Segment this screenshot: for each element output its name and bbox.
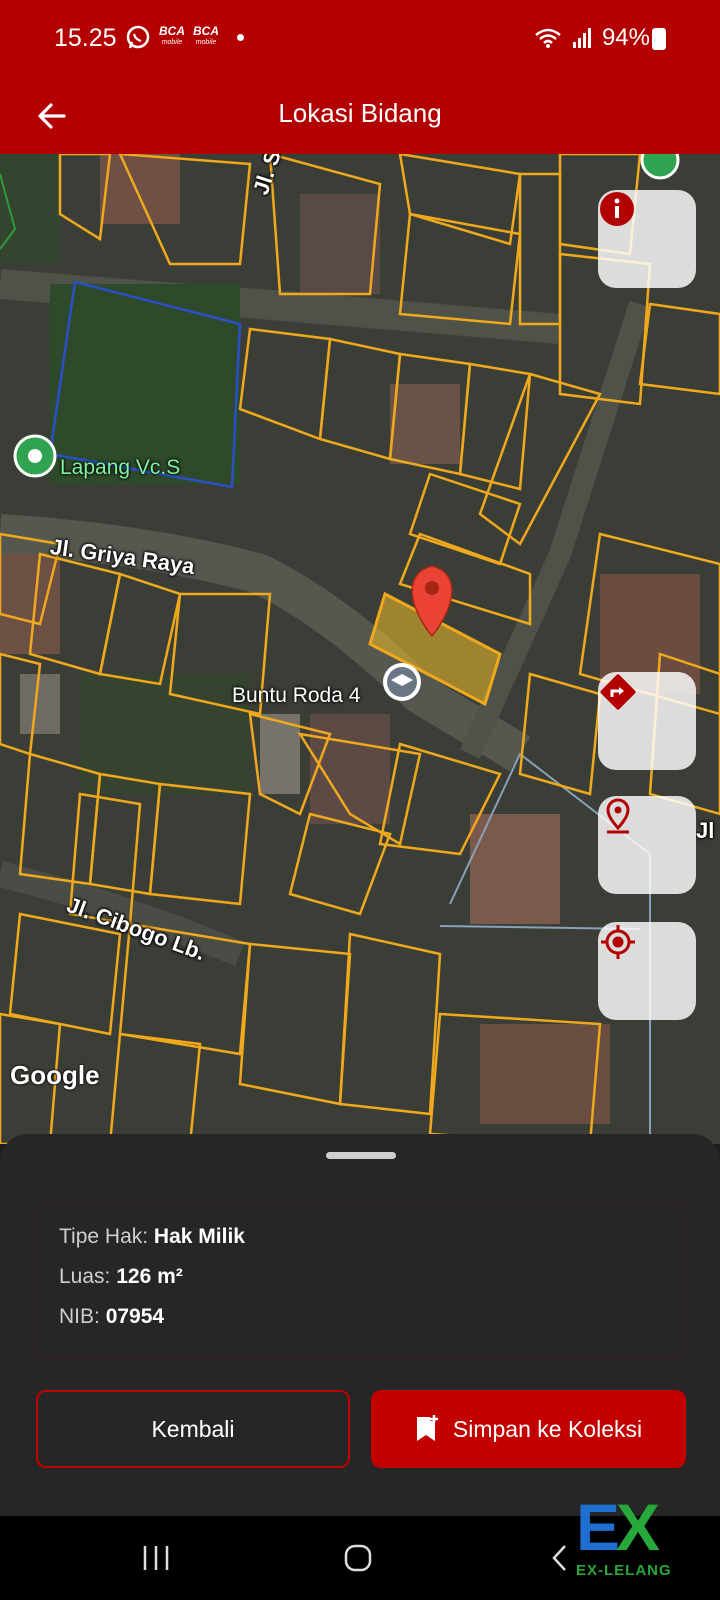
parcel-info-sheet: Tipe Hak: Hak Milik Luas: 126 m² NIB: 07… xyxy=(0,1134,720,1516)
directions-button[interactable] xyxy=(598,672,696,770)
whatsapp-icon xyxy=(126,25,150,49)
info-row-nib: NIB: 07954 xyxy=(59,1305,663,1329)
recents-icon xyxy=(143,1546,169,1570)
my-location-icon xyxy=(601,925,635,959)
street-label-right: Jl xyxy=(696,818,715,843)
map-view[interactable]: Jl. Sa Lapang Vc.S Jl. Griya Raya Buntu … xyxy=(0,154,720,1144)
bca-mobile-icon: BCA mobile xyxy=(193,24,219,46)
battery-icon xyxy=(652,28,666,50)
bookmark-add-icon xyxy=(416,1415,438,1441)
directions-icon xyxy=(600,674,636,710)
notification-icons: BCA mobile BCA mobile xyxy=(125,24,244,50)
status-right: 94% xyxy=(534,24,650,52)
sheet-drag-handle[interactable] xyxy=(326,1152,396,1159)
info-value: Hak Milik xyxy=(153,1225,245,1248)
info-label: Luas: xyxy=(59,1265,117,1288)
save-to-collection-button[interactable]: Simpan ke Koleksi xyxy=(371,1390,686,1468)
signal-icon xyxy=(572,28,591,48)
save-button-label: Simpan ke Koleksi xyxy=(452,1415,643,1442)
school-poi-icon[interactable] xyxy=(383,663,421,701)
status-time: 15.25 xyxy=(54,24,117,52)
chevron-left-icon xyxy=(552,1545,566,1571)
info-label: NIB: xyxy=(59,1305,106,1328)
poi-label-lapang: Lapang Vc.S xyxy=(60,456,181,479)
info-icon xyxy=(600,192,634,226)
parcel-info-box: Tipe Hak: Hak Milik Luas: 126 m² NIB: 07… xyxy=(36,1204,686,1359)
status-bar: 15.25 BCA mobile BCA mobile 94% xyxy=(0,0,720,78)
home-button[interactable] xyxy=(328,1538,388,1578)
ex-logo: EX xyxy=(576,1490,660,1564)
page-title: Lokasi Bidang xyxy=(278,98,442,128)
location-pin-button[interactable] xyxy=(598,796,696,894)
watermark-text: EX-LELANG xyxy=(576,1562,672,1579)
park-poi-icon[interactable] xyxy=(13,434,57,478)
info-label: Tipe Hak: xyxy=(59,1225,154,1248)
app-bar: Lokasi Bidang xyxy=(0,78,720,154)
location-pin-icon xyxy=(606,798,630,834)
wifi-icon xyxy=(535,28,561,48)
home-icon xyxy=(344,1544,372,1572)
bca-mobile-icon: BCA mobile xyxy=(159,24,185,46)
info-row-luas: Luas: 126 m² xyxy=(59,1265,663,1289)
map-poi-icon[interactable] xyxy=(640,154,680,180)
recent-apps-button[interactable] xyxy=(126,1538,186,1578)
kembali-button[interactable]: Kembali xyxy=(36,1390,350,1468)
battery-percent: 94% xyxy=(601,24,650,51)
info-value: 126 m² xyxy=(116,1265,183,1288)
info-button[interactable] xyxy=(598,190,696,288)
google-attribution: Google xyxy=(10,1060,100,1090)
info-value: 07954 xyxy=(105,1305,165,1328)
ex-lelang-watermark: EX EX-LELANG xyxy=(574,1494,694,1590)
my-location-button[interactable] xyxy=(598,922,696,1020)
poi-label-buntu: Buntu Roda 4 xyxy=(232,684,361,707)
info-row-tipe-hak: Tipe Hak: Hak Milik xyxy=(59,1225,663,1249)
dot-icon xyxy=(237,33,244,41)
